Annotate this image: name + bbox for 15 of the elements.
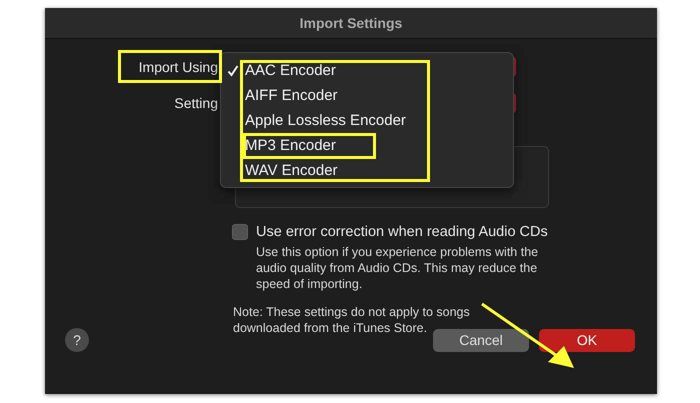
cancel-button[interactable]: Cancel [433, 328, 529, 352]
menu-item[interactable]: AIFF Encoder [245, 87, 338, 104]
checkmark-icon [227, 64, 239, 76]
help-button[interactable]: ? [65, 328, 89, 352]
option-description: Use this option if you experience problems with the audio quality from Audio CDs. This may reduce the speed of importing. [256, 244, 540, 292]
menu-item[interactable]: WAV Encoder [245, 162, 338, 179]
ok-button[interactable]: OK [539, 328, 635, 352]
field-label: Setting [173, 95, 218, 111]
window-title: Import Settings [300, 15, 402, 31]
field-label: Import Using [138, 59, 218, 75]
menu-item[interactable]: MP3 Encoder [245, 137, 336, 154]
checkbox-label: Use error correction when reading Audio CDs [256, 224, 548, 240]
menu-item[interactable]: Apple Lossless Encoder [245, 112, 406, 129]
menu-item[interactable]: AAC Encoder [245, 62, 336, 79]
checkbox[interactable] [232, 224, 248, 240]
